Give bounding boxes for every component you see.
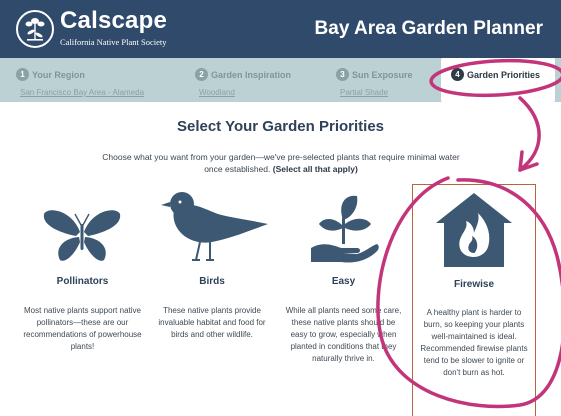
annotation-circle-step (429, 58, 561, 98)
annotation-circle-firewise (376, 176, 561, 409)
annotation-overlay (376, 58, 561, 409)
